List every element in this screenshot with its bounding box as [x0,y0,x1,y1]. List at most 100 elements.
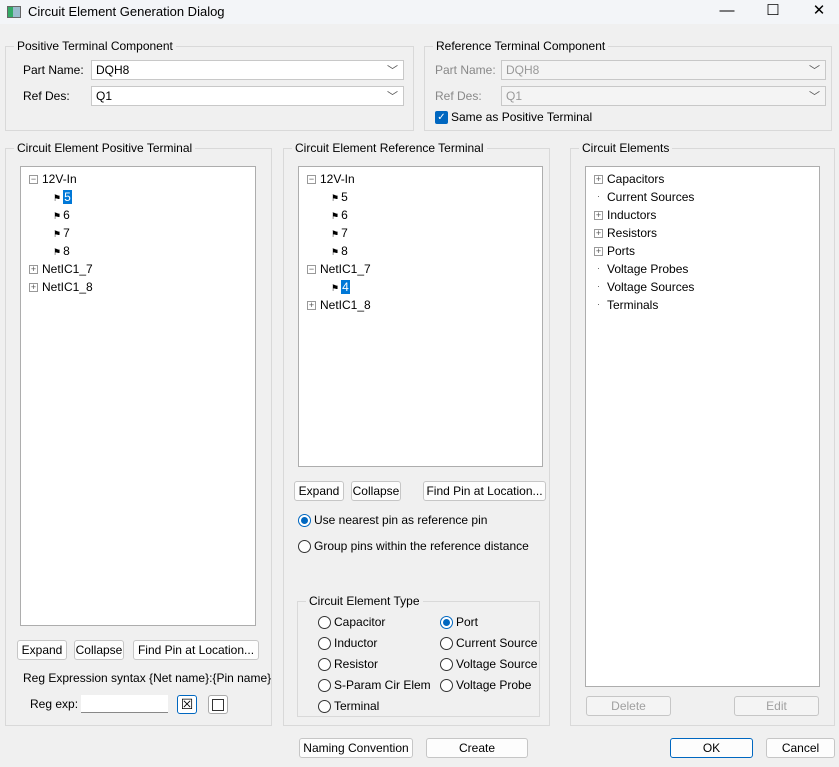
group-legend: Circuit Element Reference Terminal [292,141,487,155]
expand-icon[interactable]: + [594,175,603,185]
ref-des-combo[interactable]: Q1 ﹀ [91,86,404,106]
tree-line-icon: · [597,191,600,202]
circuit-element-category[interactable]: · Voltage Probes [594,261,688,277]
radio-icon [440,616,453,630]
ref-part-name-combo[interactable]: DQH8 ﹀ [501,60,826,80]
circuit-element-category[interactable]: + Ports [594,243,635,259]
pin-label: 7 [63,226,70,240]
expand-icon[interactable]: + [594,211,603,221]
regex-apply-button[interactable] [208,695,228,714]
element-type-radio[interactable]: Port [440,615,478,630]
app-icon [7,6,21,18]
same-as-positive-checkbox[interactable]: ✓ Same as Positive Terminal [435,110,592,125]
ref-expand-button[interactable]: Expand [294,481,344,501]
circuit-element-category[interactable]: · Voltage Sources [594,279,694,295]
part-name-value: DQH8 [96,63,130,77]
edit-button[interactable]: Edit [734,696,819,716]
tree-leaf[interactable]: ⚑ 5 [53,189,72,206]
element-type-radio[interactable]: Inductor [318,636,377,651]
regex-input[interactable] [81,695,168,713]
expand-icon[interactable]: + [594,229,603,239]
expand-icon[interactable]: + [307,301,316,311]
expand-icon[interactable]: + [29,283,38,293]
chevron-down-icon: ﹀ [387,65,398,77]
find-pin-button[interactable]: Find Pin at Location... [133,640,259,660]
element-type-radio[interactable]: Terminal [318,699,380,714]
tree-leaf[interactable]: ⚑ 5 [331,189,348,206]
maximize-button[interactable]: ☐ [750,0,796,24]
circuit-element-category[interactable]: + Inductors [594,207,656,223]
radio-label: Terminal [334,699,380,713]
tree-leaf[interactable]: ⚑ 4 [331,279,350,296]
tree-leaf[interactable]: ⚑ 7 [53,225,70,242]
tree-node[interactable]: + NetIC1_8 [307,297,371,313]
tree-node-label: NetIC1_8 [320,298,371,312]
ref-des-label: Ref Des: [23,89,70,103]
collapse-icon[interactable]: − [307,175,316,185]
group-legend: Circuit Element Positive Terminal [14,141,196,155]
pin-label: 8 [341,244,348,258]
circuit-elements-tree[interactable]: + Capacitors · Current Sources + Inductors + Re… [585,166,820,687]
circuit-element-category[interactable]: + Capacitors [594,171,664,187]
radio-label: Voltage Probe [456,678,532,692]
tree-node[interactable]: + NetIC1_7 [29,261,93,277]
pin-flag-icon: ⚑ [331,283,340,293]
circuit-element-category[interactable]: · Terminals [594,297,658,313]
regex-clear-button[interactable]: ☒ [177,695,197,714]
radio-icon [298,514,311,528]
group-legend: Positive Terminal Component [14,39,176,53]
create-button[interactable]: Create [426,738,528,758]
nearest-pin-radio[interactable]: Use nearest pin as reference pin [298,513,487,528]
pin-label: 7 [341,226,348,240]
part-name-combo[interactable]: DQH8 ﹀ [91,60,404,80]
tree-line-icon: · [597,299,600,310]
expand-button[interactable]: Expand [17,640,67,660]
cancel-button[interactable]: Cancel [766,738,835,758]
element-type-radio[interactable]: Voltage Probe [440,678,532,693]
box-icon [212,699,224,711]
circuit-element-category[interactable]: + Resistors [594,225,657,241]
element-type-radio[interactable]: Voltage Source [440,657,537,672]
radio-icon [318,700,331,714]
tree-node[interactable]: −12V-In [29,171,77,187]
circuit-element-category[interactable]: · Current Sources [594,189,694,205]
delete-button[interactable]: Delete [586,696,671,716]
collapse-button[interactable]: Collapse [74,640,124,660]
pin-flag-icon: ⚑ [53,229,62,239]
tree-leaf[interactable]: ⚑ 7 [331,225,348,242]
collapse-icon[interactable]: − [29,175,38,185]
ref-des-value: Q1 [96,89,113,103]
naming-convention-button[interactable]: Naming Convention [299,738,413,758]
close-button[interactable]: ✕ [796,0,839,24]
reference-terminal-tree[interactable]: −12V-In ⚑ 5 ⚑ 6 ⚑ 7 ⚑ 8− NetIC1_7 ⚑ 4 + NetIC1_8 [298,166,543,467]
ref-part-name-label: Part Name: [435,63,496,77]
part-name-label: Part Name: [23,63,84,77]
element-type-radio[interactable]: S-Param Cir Elem [318,678,431,693]
expand-icon[interactable]: + [29,265,38,275]
element-type-radio[interactable]: Capacitor [318,615,385,630]
group-pins-radio[interactable]: Group pins within the reference distance [298,539,529,554]
element-type-radio[interactable]: Resistor [318,657,378,672]
radio-icon [298,540,311,554]
collapse-icon[interactable]: − [307,265,316,275]
positive-terminal-tree[interactable]: −12V-In ⚑ 5 ⚑ 6 ⚑ 7 ⚑ 8 + NetIC1_7 + NetIC1_8 [20,166,256,626]
tree-leaf[interactable]: ⚑ 8 [331,243,348,260]
ref-collapse-button[interactable]: Collapse [351,481,401,501]
tree-node[interactable]: −12V-In [307,171,355,187]
regex-label: Reg exp: [30,697,79,711]
pin-flag-icon: ⚑ [331,211,340,221]
tree-node[interactable]: + NetIC1_8 [29,279,93,295]
minimize-button[interactable]: — [704,0,750,24]
element-type-radio[interactable]: Current Source [440,636,537,651]
ref-ref-des-combo[interactable]: Q1 ﹀ [501,86,826,106]
tree-leaf[interactable]: ⚑ 8 [53,243,70,260]
ref-find-pin-button[interactable]: Find Pin at Location... [423,481,546,501]
tree-node[interactable]: − NetIC1_7 [307,261,371,277]
pin-label: 6 [341,208,348,222]
pin-flag-icon: ⚑ [53,247,62,257]
ok-button[interactable]: OK [670,738,753,758]
tree-leaf[interactable]: ⚑ 6 [53,207,70,224]
radio-label: Group pins within the reference distance [314,539,529,553]
expand-icon[interactable]: + [594,247,603,257]
tree-leaf[interactable]: ⚑ 6 [331,207,348,224]
